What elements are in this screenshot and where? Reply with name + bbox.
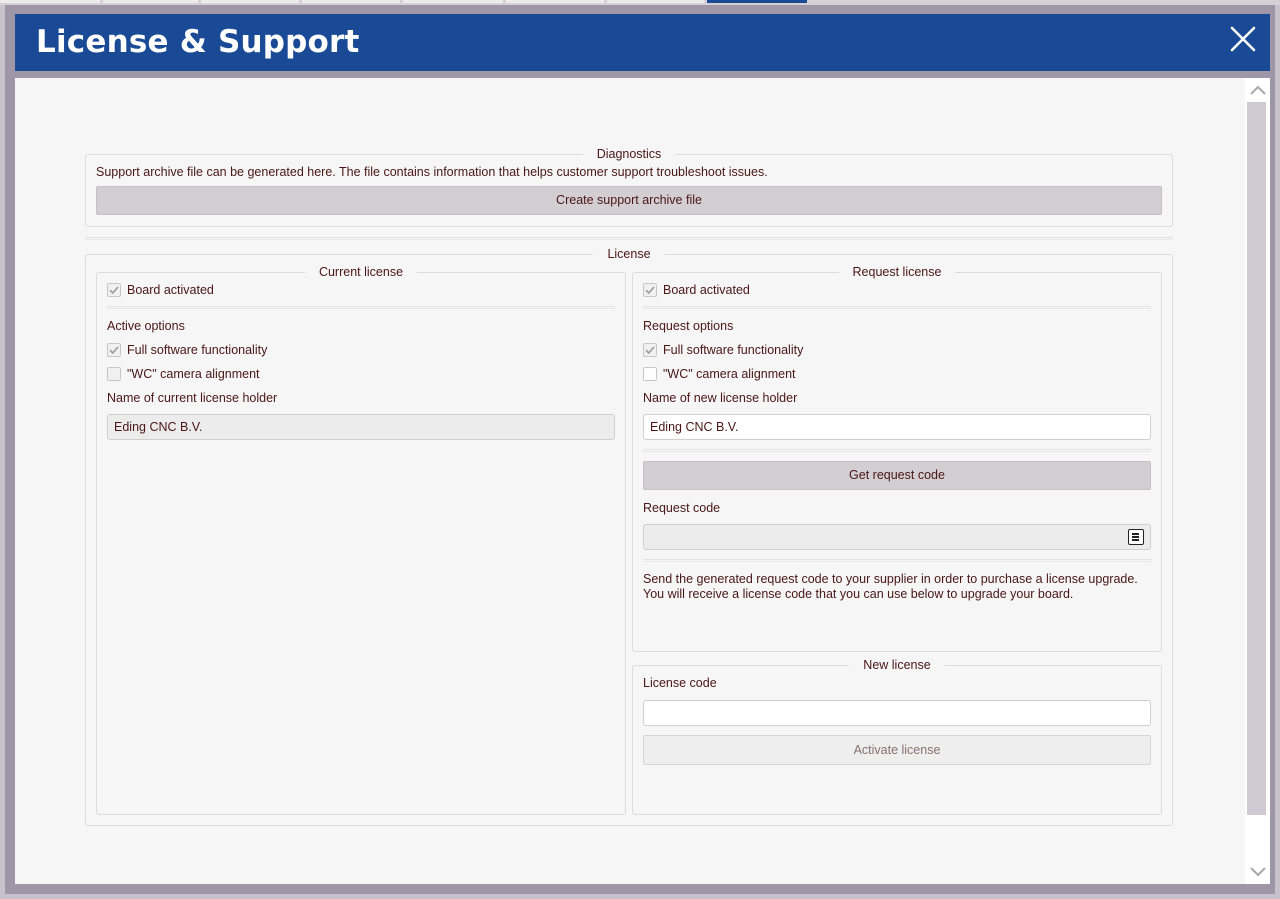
dialog-titlebar: License & Support — [15, 14, 1270, 71]
activate-license-button[interactable]: Activate license — [643, 735, 1151, 765]
background-tab — [103, 0, 198, 3]
background-tab — [302, 0, 400, 3]
current-full-software-label: Full software functionality — [127, 343, 268, 357]
checkmark-icon — [109, 286, 119, 295]
license-code-field[interactable] — [643, 700, 1151, 726]
section-separator — [85, 237, 1173, 240]
license-support-dialog: License & Support Diagnostics Support ar… — [5, 5, 1275, 894]
license-group: License Current license Board activated … — [85, 247, 1173, 826]
diagnostics-group: Diagnostics Support archive file can be … — [85, 147, 1173, 227]
license-code-label: License code — [643, 676, 717, 690]
request-full-software-label: Full software functionality — [663, 343, 804, 357]
request-wc-camera-checkbox[interactable] — [643, 367, 657, 381]
request-board-activated-label: Board activated — [663, 283, 750, 297]
current-license-legend: Current license — [304, 265, 418, 279]
vertical-scrollbar[interactable] — [1245, 78, 1270, 884]
request-license-legend: Request license — [838, 265, 956, 279]
diagnostics-legend: Diagnostics — [582, 147, 676, 161]
create-support-archive-button[interactable]: Create support archive file — [96, 186, 1162, 215]
get-request-code-button[interactable]: Get request code — [643, 461, 1151, 490]
new-license-legend: New license — [849, 658, 945, 672]
background-tab — [201, 0, 299, 3]
license-legend: License — [593, 247, 665, 261]
request-full-software-checkbox[interactable] — [643, 343, 657, 357]
request-code-field[interactable] — [643, 524, 1151, 550]
request-board-activated-checkbox[interactable] — [643, 283, 657, 297]
background-tab — [506, 0, 604, 3]
request-info-line-1: Send the generated request code to your … — [643, 572, 1138, 586]
close-icon — [1230, 26, 1256, 52]
close-button[interactable] — [1228, 24, 1258, 54]
background-tab — [403, 0, 503, 3]
request-wc-camera-label: "WC" camera alignment — [663, 367, 796, 381]
background-tab-active — [707, 0, 807, 3]
background-tab — [607, 0, 704, 3]
request-info-line-2: You will receive a license code that you… — [643, 587, 1074, 601]
checkmark-icon — [645, 286, 655, 295]
checkmark-icon — [645, 346, 655, 355]
dialog-title: License & Support — [36, 24, 360, 60]
scroll-up-button[interactable] — [1245, 78, 1270, 102]
request-code-label: Request code — [643, 501, 721, 515]
request-license-group: Request license Board activated Request … — [632, 265, 1162, 652]
request-separator-2 — [643, 449, 1151, 452]
current-license-group: Current license Board activated Active o… — [96, 265, 626, 815]
background-tab — [0, 0, 100, 3]
current-separator — [107, 306, 615, 309]
request-separator — [643, 306, 1151, 309]
diagnostics-description: Support archive file can be generated he… — [96, 165, 768, 179]
request-options-heading: Request options — [643, 319, 734, 333]
current-wc-camera-label: "WC" camera alignment — [127, 367, 260, 381]
chevron-up-icon — [1249, 85, 1266, 95]
current-holder-label: Name of current license holder — [107, 391, 278, 405]
active-options-heading: Active options — [107, 319, 185, 333]
current-board-activated-label: Board activated — [127, 283, 214, 297]
copy-clipboard-icon[interactable] — [1128, 529, 1144, 545]
scroll-down-button[interactable] — [1245, 860, 1270, 884]
checkmark-icon — [109, 346, 119, 355]
request-separator-3 — [643, 559, 1151, 562]
current-board-activated-checkbox[interactable] — [107, 283, 121, 297]
dialog-content: Diagnostics Support archive file can be … — [15, 78, 1245, 884]
new-holder-field[interactable]: Eding CNC B.V. — [643, 414, 1151, 440]
current-full-software-checkbox[interactable] — [107, 343, 121, 357]
scrollbar-thumb[interactable] — [1247, 102, 1266, 815]
chevron-down-icon — [1249, 867, 1266, 877]
new-license-group: New license License code Activate licens… — [632, 658, 1162, 815]
new-holder-label: Name of new license holder — [643, 391, 798, 405]
current-holder-field[interactable]: Eding CNC B.V. — [107, 414, 615, 440]
current-wc-camera-checkbox[interactable] — [107, 367, 121, 381]
